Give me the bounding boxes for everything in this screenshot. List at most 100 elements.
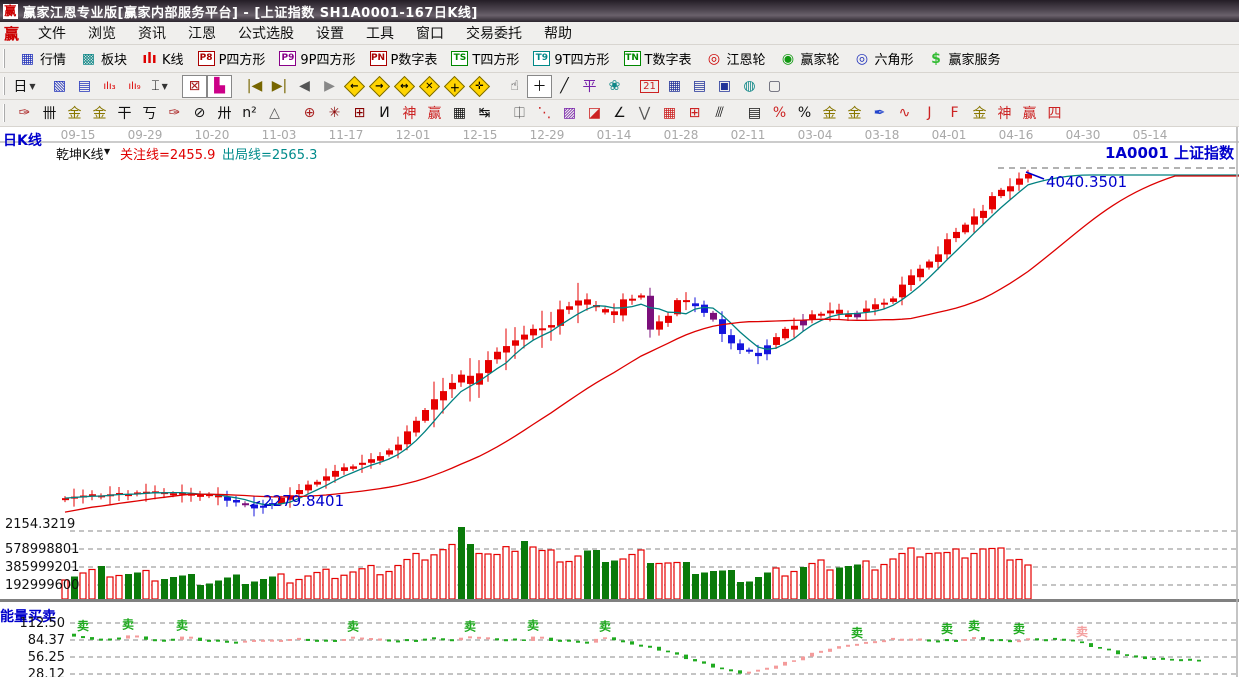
menu-公式选股[interactable]: 公式选股 xyxy=(227,21,305,45)
menu-工具[interactable]: 工具 xyxy=(355,21,405,45)
9p-square-button[interactable]: P9 9P四方形 xyxy=(272,46,362,71)
kline-3-icon[interactable]: ılı₃ xyxy=(97,75,122,98)
gann-text-icon[interactable]: 平 xyxy=(577,75,602,98)
shift-right-diamond-icon[interactable]: → xyxy=(367,75,392,98)
spiral-icon[interactable]: ❀ xyxy=(602,75,627,98)
prev-icon[interactable]: ◀ xyxy=(292,75,317,98)
chart-canvas[interactable]: 卖卖卖卖卖卖卖卖卖卖卖卖 xyxy=(0,127,1239,677)
next-icon[interactable]: ▶ xyxy=(317,75,342,98)
percent-tool-icon[interactable]: % xyxy=(792,102,817,125)
angle-a-tool-icon[interactable]: △ xyxy=(262,102,287,125)
menu-窗口[interactable]: 窗口 xyxy=(405,21,455,45)
gold-angle-tool-icon[interactable]: 金 xyxy=(967,102,992,125)
expand-diamond-icon[interactable]: ↔ xyxy=(392,75,417,98)
grid-fan-tool-icon[interactable]: ▨ xyxy=(557,102,582,125)
sectors-button[interactable]: ▩ 板块 xyxy=(73,46,134,71)
p-table-button[interactable]: PN P数字表 xyxy=(363,46,445,71)
coil-tool-icon[interactable]: 丂 xyxy=(137,102,162,125)
period-label[interactable]: 日K线 xyxy=(3,130,42,150)
gann-wheel-button[interactable]: ◎ 江恩轮 xyxy=(699,46,773,71)
ying-tool-icon[interactable]: 赢 xyxy=(422,102,447,125)
box-grid-tool-icon[interactable]: ⊞ xyxy=(347,102,372,125)
main-chart-icon[interactable]: ▧ xyxy=(47,75,72,98)
toolbar-grip[interactable] xyxy=(3,103,9,123)
n2-tool-icon[interactable]: n² xyxy=(237,102,262,125)
target-tool-icon[interactable]: ⊕ xyxy=(297,102,322,125)
hand-drag-icon[interactable]: ☝ xyxy=(502,75,527,98)
hexagon-button[interactable]: ◎ 六角形 xyxy=(847,46,921,71)
toolbar-grip[interactable] xyxy=(3,76,9,96)
toolbar-grip[interactable] xyxy=(3,49,9,68)
t-table-button[interactable]: TN T数字表 xyxy=(617,46,699,71)
hash-tool-icon[interactable]: 卅 xyxy=(212,102,237,125)
kline-9-icon[interactable]: ılı₉ xyxy=(122,75,147,98)
last-page-icon[interactable]: ▶| xyxy=(267,75,292,98)
grid4-tool-icon[interactable]: 卌 xyxy=(37,102,62,125)
j-angle-tool-icon[interactable]: J xyxy=(917,102,942,125)
chevron-down-icon[interactable]: ▼ xyxy=(104,147,110,156)
9t-square-button[interactable]: T9 9T四方形 xyxy=(526,46,616,71)
calendar-icon[interactable]: 21 xyxy=(637,75,662,98)
f-grid-tool-icon[interactable]: 干 xyxy=(112,102,137,125)
f-angle-tool-icon[interactable]: F xyxy=(942,102,967,125)
fan-tool-icon[interactable]: ⋱ xyxy=(532,102,557,125)
shen-angle-tool-icon[interactable]: 神 xyxy=(992,102,1017,125)
zoom-in-diamond-icon[interactable]: ＋ xyxy=(442,75,467,98)
crosshair-icon[interactable]: ＋ xyxy=(527,74,552,98)
star-grid-tool-icon[interactable]: ✳ xyxy=(322,102,347,125)
gold-circle-tool-icon[interactable]: 金 xyxy=(817,102,842,125)
wave-red-tool-icon[interactable]: ∿ xyxy=(892,102,917,125)
calculator-icon[interactable]: ▦ xyxy=(662,75,687,98)
red-grid2-tool-icon[interactable]: ⊞ xyxy=(682,102,707,125)
scale-list-tool-icon[interactable]: ▤ xyxy=(742,102,767,125)
pen-blue-tool-icon[interactable]: ✒ xyxy=(867,102,892,125)
eraser-tool-icon[interactable]: ✑ xyxy=(12,102,37,125)
menu-交易委托[interactable]: 交易委托 xyxy=(455,21,533,45)
first-page-icon[interactable]: |◀ xyxy=(242,75,267,98)
grid123-tool-icon[interactable]: ▦ xyxy=(447,102,472,125)
save-icon[interactable]: ▣ xyxy=(712,75,737,98)
wave-mark-tool-icon[interactable]: И xyxy=(372,102,397,125)
angle-line-tool-icon[interactable]: ∠ xyxy=(607,102,632,125)
winner-service-button[interactable]: $ 赢家服务 xyxy=(921,46,1008,71)
ying-angle-tool-icon[interactable]: 赢 xyxy=(1017,102,1042,125)
gold-line1-tool-icon[interactable]: 金 xyxy=(62,102,87,125)
zoom-all-diamond-icon[interactable]: ✛ xyxy=(467,75,492,98)
qiankun-kline-label[interactable]: 乾坤K线 xyxy=(56,144,104,163)
shift-left-diamond-icon[interactable]: ← xyxy=(342,75,367,98)
quotes-button[interactable]: ▦ 行情 xyxy=(12,46,73,71)
gold-line2-tool-icon[interactable]: 金 xyxy=(87,102,112,125)
compass-tool-icon[interactable]: ⊘ xyxy=(187,102,212,125)
compress-diamond-icon[interactable]: ✕ xyxy=(417,75,442,98)
shen-tool-icon[interactable]: 神 xyxy=(397,102,422,125)
menu-资讯[interactable]: 资讯 xyxy=(127,21,177,45)
period-day-dropdown[interactable]: 日 ▼ xyxy=(12,75,37,98)
shade-grid-tool-icon[interactable]: ◪ xyxy=(582,102,607,125)
workstation-icon[interactable]: ▢ xyxy=(762,75,787,98)
volume-profile-icon[interactable]: ▙ xyxy=(207,74,232,98)
four-angle-tool-icon[interactable]: 四 xyxy=(1042,102,1067,125)
menu-帮助[interactable]: 帮助 xyxy=(533,21,583,45)
frame-tool-icon[interactable]: ⎅ xyxy=(507,102,532,125)
dotted-v-tool-icon[interactable]: ⋁ xyxy=(632,102,657,125)
notebook-icon[interactable]: ▤ xyxy=(687,75,712,98)
web-export-icon[interactable]: ◍ xyxy=(737,75,762,98)
info-list-icon[interactable]: ▤ xyxy=(72,75,97,98)
t-square-button[interactable]: TS T四方形 xyxy=(444,46,526,71)
menu-设置[interactable]: 设置 xyxy=(305,21,355,45)
qiankun-kline-icon[interactable]: ⊠ xyxy=(182,74,207,98)
candle-style-dropdown[interactable]: ⌶ ▼ xyxy=(147,75,172,98)
brush-tool-icon[interactable]: ✑ xyxy=(162,102,187,125)
menu-江恩[interactable]: 江恩 xyxy=(177,21,227,45)
percent7-tool-icon[interactable]: % xyxy=(767,102,792,125)
gold-bars-tool-icon[interactable]: 金 xyxy=(842,102,867,125)
menu-文件[interactable]: 文件 xyxy=(27,21,77,45)
trendline-icon[interactable]: ╱ xyxy=(552,75,577,98)
kline-button[interactable]: ılı K线 xyxy=(134,46,191,71)
menu-浏览[interactable]: 浏览 xyxy=(77,21,127,45)
multi-line-tool-icon[interactable]: ⫻ xyxy=(707,102,732,125)
red-grid1-tool-icon[interactable]: ▦ xyxy=(657,102,682,125)
winner-wheel-button[interactable]: ◉ 赢家轮 xyxy=(773,46,847,71)
p-square-button[interactable]: P8 P四方形 xyxy=(191,46,273,71)
span-arrow-tool-icon[interactable]: ↹ xyxy=(472,102,497,125)
